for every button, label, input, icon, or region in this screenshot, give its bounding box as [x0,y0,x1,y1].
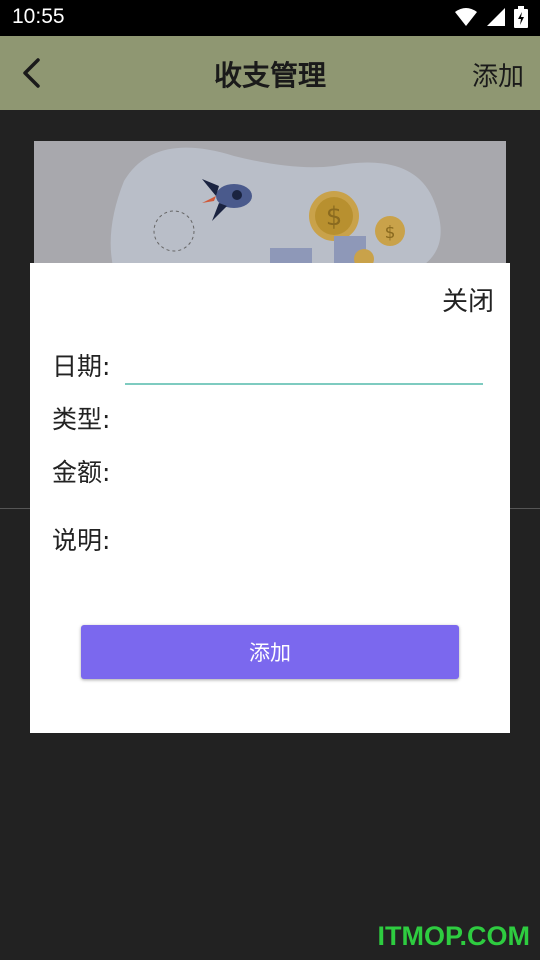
wifi-icon [455,8,477,26]
banner-illustration: $ $ [34,141,506,271]
status-time: 10:55 [12,5,65,28]
status-icons [454,6,528,28]
add-record-dialog: 关闭 日期: 类型: 金额: 说明: 添加 [30,263,510,733]
date-label: 日期: [52,352,111,381]
back-icon[interactable] [16,56,50,90]
coin-icon: $ [375,216,405,246]
amount-label: 金额: [52,458,111,487]
banner-art: $ $ [110,147,441,271]
page-title: 收支管理 [213,59,326,92]
battery-charging-icon [514,6,528,28]
signal-icon [487,8,505,26]
add-action-button[interactable]: 添加 [472,56,524,93]
close-button[interactable]: 关闭 [442,281,494,318]
coin-icon: $ [309,191,359,241]
status-bar: 10:55 [0,0,540,36]
submit-add-button[interactable]: 添加 [81,625,459,679]
app-bar: 收支管理 添加 [0,36,540,110]
watermark: ITMOP.COM [377,921,530,951]
note-label: 说明: [52,526,111,555]
date-input[interactable] [125,343,483,385]
svg-text:$: $ [385,223,396,243]
type-label: 类型: [52,405,111,434]
svg-text:$: $ [326,202,343,232]
